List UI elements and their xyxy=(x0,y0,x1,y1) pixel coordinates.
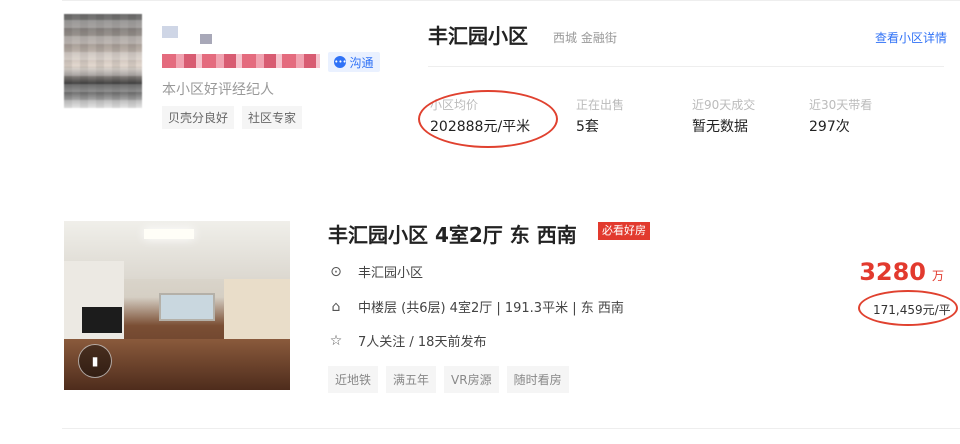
listing-house-info: 中楼层 (共6层) 4室2厅 | 191.3平米 | 东 西南 xyxy=(358,301,624,316)
community-detail-link[interactable]: 查看小区详情 xyxy=(875,29,947,46)
listing-tag: 满五年 xyxy=(386,366,437,393)
stat-average-price: 小区均价 202888元/平米 xyxy=(430,96,530,136)
agent-name-redacted xyxy=(162,26,178,38)
photo-ceiling-light xyxy=(144,229,194,239)
stat-label: 正在出售 xyxy=(576,98,625,112)
unit-price: 171,459元/平 xyxy=(873,303,951,317)
total-price: 3280 万 xyxy=(859,258,944,286)
vr-play-icon[interactable]: ▮ xyxy=(78,344,112,378)
agent-tags: 贝壳分良好 社区专家 xyxy=(162,106,303,129)
chat-button[interactable]: ••• 沟通 xyxy=(328,52,380,72)
stat-on-sale: 正在出售 5套 xyxy=(576,96,624,136)
listing-tag: 近地铁 xyxy=(328,366,379,393)
agent-description: 本小区好评经纪人 xyxy=(162,82,274,98)
location-pin-icon: ⊙ xyxy=(330,263,342,280)
listing-house-info-row: ⌂ 中楼层 (共6层) 4室2厅 | 191.3平米 | 东 西南 xyxy=(328,297,624,317)
stat-viewings-30-days: 近30天带看 297次 xyxy=(809,96,872,136)
listing-follow-info: 7人关注 / 18天前发布 xyxy=(358,335,487,350)
stat-value: 297次 xyxy=(809,119,850,135)
stat-value: 暂无数据 xyxy=(692,119,748,135)
stat-label: 近30天带看 xyxy=(809,98,873,112)
agent-phone-redacted xyxy=(162,54,320,68)
agent-name-redacted xyxy=(200,34,212,44)
agent-tag: 贝壳分良好 xyxy=(162,106,235,129)
total-price-value: 3280 xyxy=(859,258,926,286)
listing-community-row[interactable]: ⊙ 丰汇园小区 xyxy=(328,262,423,282)
photo-window xyxy=(159,293,215,321)
agent-avatar[interactable] xyxy=(64,14,142,108)
divider xyxy=(428,66,944,67)
listing-title[interactable]: 丰汇园小区 4室2厅 东 西南 xyxy=(328,219,577,248)
stat-deals-90-days: 近90天成交 暂无数据 xyxy=(692,96,755,136)
listing-tag: VR房源 xyxy=(444,366,499,393)
must-see-badge: 必看好房 xyxy=(598,222,650,240)
total-price-unit: 万 xyxy=(931,269,944,283)
star-icon: ☆ xyxy=(329,332,343,349)
stat-label: 小区均价 xyxy=(430,98,479,112)
community-location: 西城 金融街 xyxy=(553,31,617,45)
chat-button-label: 沟通 xyxy=(349,55,374,70)
listing-tag: 随时看房 xyxy=(506,366,569,393)
community-name[interactable]: 丰汇园小区 xyxy=(428,20,528,49)
bottom-divider xyxy=(62,428,960,429)
top-divider xyxy=(62,0,960,1)
chat-bubble-icon: ••• xyxy=(334,56,347,68)
listing-community[interactable]: 丰汇园小区 xyxy=(358,262,423,281)
stat-label: 近90天成交 xyxy=(692,98,756,112)
photo-tv xyxy=(82,307,122,333)
stat-value: 202888元/平米 xyxy=(430,119,531,135)
agent-tag: 社区专家 xyxy=(242,106,303,129)
house-icon: ⌂ xyxy=(331,298,341,315)
listing-photo[interactable]: ▮ xyxy=(64,221,290,390)
photo-wall xyxy=(64,261,124,351)
stat-value: 5套 xyxy=(576,119,599,135)
photo-wall xyxy=(224,279,290,339)
listing-follow-info-row: ☆ 7人关注 / 18天前发布 xyxy=(328,331,487,351)
listing-tags: 近地铁 满五年 VR房源 随时看房 xyxy=(328,366,569,393)
